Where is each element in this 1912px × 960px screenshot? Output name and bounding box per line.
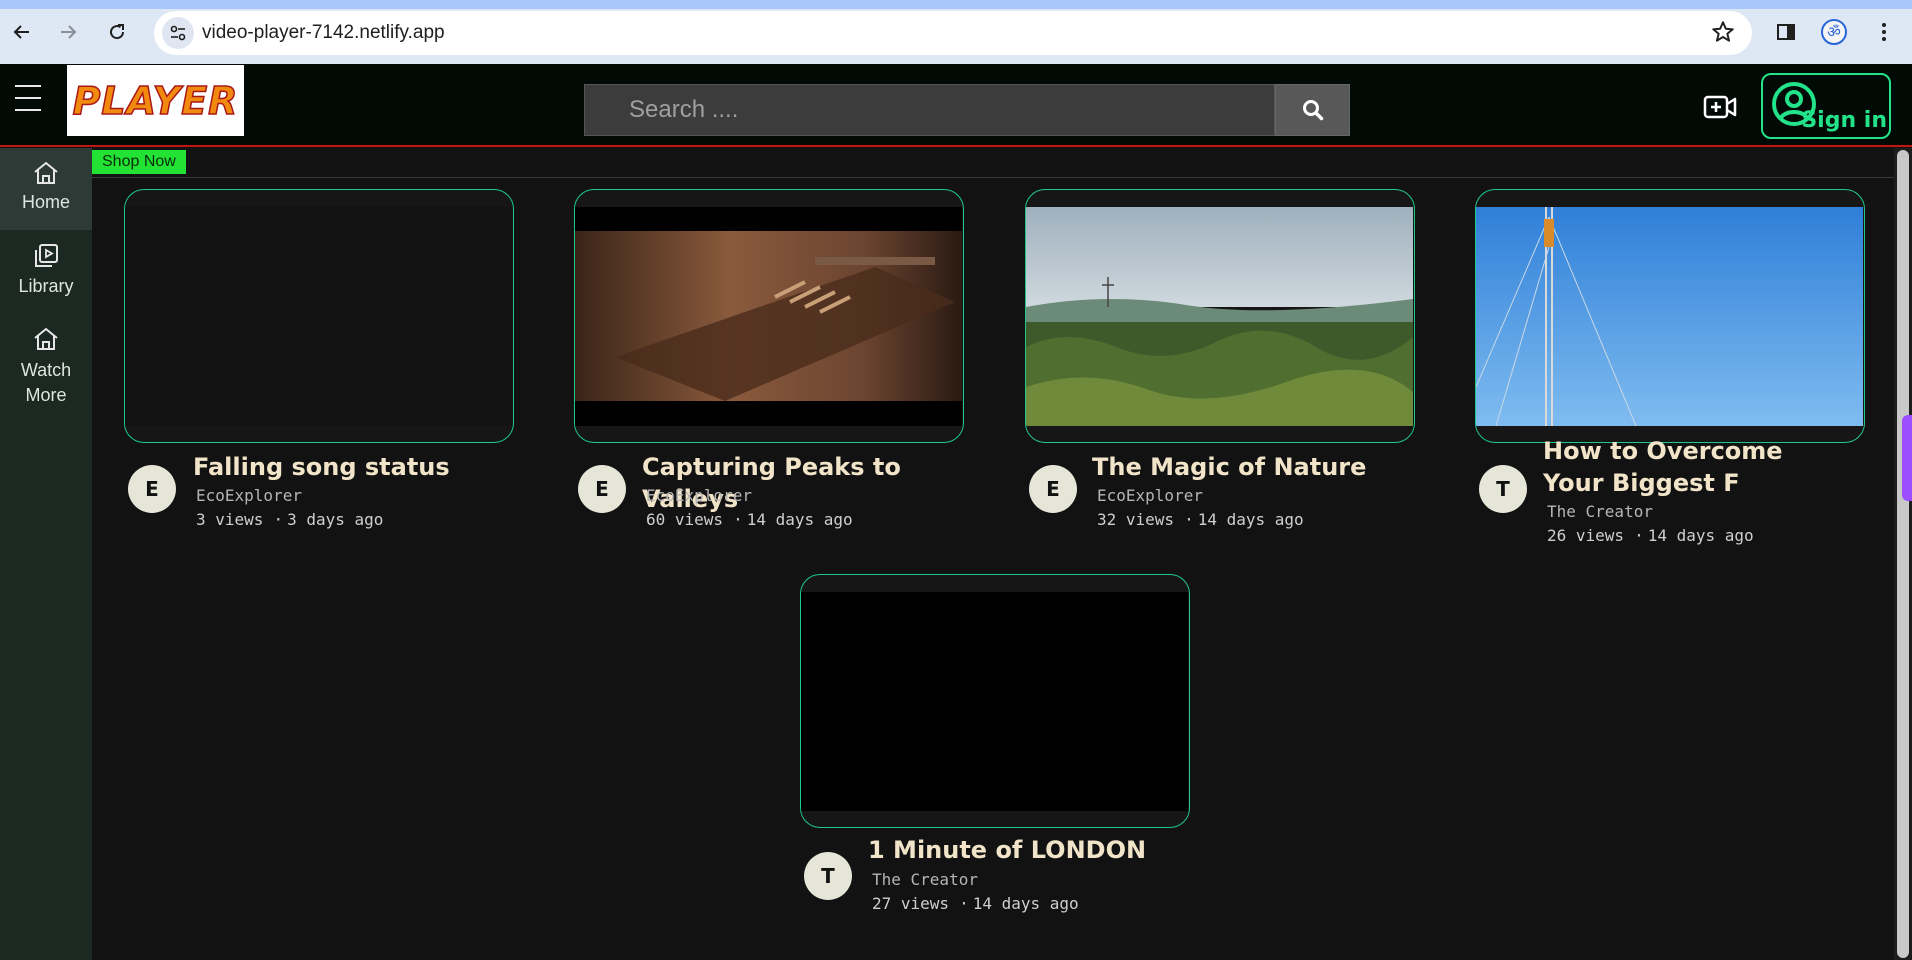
extension-button[interactable]: ॐ — [1818, 16, 1850, 48]
video-title[interactable]: 1 Minute of LONDON — [868, 834, 1146, 866]
sidebar-item-watch-more[interactable]: Watch More — [0, 326, 92, 416]
thumbnail-image — [125, 207, 512, 426]
search-icon — [1302, 100, 1323, 121]
video-meta: 60 views · 14 days ago — [646, 510, 853, 529]
channel-name[interactable]: EcoExplorer — [196, 486, 302, 505]
logo-text: PLAYER — [72, 78, 239, 124]
bookmark-button[interactable] — [1710, 19, 1736, 50]
reload-icon — [110, 24, 125, 40]
more-vert-icon — [1882, 23, 1886, 41]
side-panel-button[interactable] — [1770, 16, 1802, 48]
scrollbar-thumb[interactable] — [1897, 150, 1909, 958]
thumbnail-image — [801, 592, 1188, 811]
side-panel-icon — [1777, 24, 1795, 40]
video-meta: 32 views · 14 days ago — [1097, 510, 1304, 529]
menu-line — [15, 85, 41, 87]
home-icon — [34, 327, 58, 350]
upload-video-button[interactable] — [1703, 94, 1737, 120]
thumbnail-image — [1476, 207, 1863, 427]
sidebar-item-label: Library — [18, 276, 74, 296]
meta-separator: · — [733, 510, 743, 529]
video-title[interactable]: How to Overcome Your Biggest F — [1543, 435, 1843, 499]
meta-separator: · — [959, 894, 969, 913]
sign-in-button[interactable]: Sign in — [1761, 73, 1891, 139]
reload-button[interactable] — [101, 16, 133, 48]
menu-line — [15, 97, 41, 99]
meta-separator: · — [273, 510, 284, 529]
sidebar-item-home[interactable]: Home — [0, 148, 92, 230]
tab-strip — [0, 0, 1912, 9]
radio-thumbnail-image — [575, 231, 962, 401]
thumbnail-image — [575, 207, 962, 426]
logo[interactable]: PLAYER — [67, 65, 244, 136]
video-thumbnail[interactable] — [124, 189, 514, 443]
home-icon — [34, 161, 58, 184]
channel-avatar[interactable]: T — [1479, 465, 1527, 513]
upload-age: 14 days ago — [972, 894, 1079, 913]
view-count: 26 views — [1547, 526, 1625, 545]
channel-avatar[interactable]: T — [804, 852, 852, 900]
view-count: 60 views — [646, 510, 724, 529]
sign-in-label: Sign in — [1801, 108, 1887, 133]
view-count: 3 views — [196, 510, 264, 529]
video-thumbnail[interactable] — [1475, 189, 1865, 443]
upload-age: 14 days ago — [746, 510, 853, 529]
channel-name[interactable]: The Creator — [1547, 502, 1653, 521]
site-info-button[interactable] — [162, 17, 194, 49]
video-thumbnail[interactable] — [574, 189, 964, 443]
nature-thumbnail-image — [1026, 207, 1413, 426]
arrow-left-icon — [13, 25, 29, 39]
tower-thumbnail-image — [1476, 207, 1863, 427]
channel-name[interactable]: EcoExplorer — [646, 486, 752, 505]
video-plus-icon — [1703, 95, 1737, 119]
library-icon — [35, 244, 58, 267]
sidebar-item-label: Home — [21, 192, 70, 212]
menu-line — [15, 109, 41, 111]
video-title[interactable]: Falling song status — [193, 451, 450, 483]
browser-menu-button[interactable] — [1868, 16, 1900, 48]
star-icon — [1712, 21, 1734, 42]
video-meta: 3 views · 3 days ago — [196, 510, 383, 529]
channel-name[interactable]: EcoExplorer — [1097, 486, 1203, 505]
sidebar-item-library[interactable]: Library — [0, 242, 92, 314]
menu-button[interactable] — [15, 85, 41, 111]
sidebar-item-label: Watch More — [20, 360, 72, 405]
meta-separator: · — [1184, 510, 1194, 529]
video-title[interactable]: The Magic of Nature — [1092, 451, 1366, 483]
search-bar — [584, 84, 1350, 136]
browser-chrome: video-player-7142.netlify.app ॐ — [0, 0, 1912, 64]
url-text[interactable]: video-player-7142.netlify.app — [202, 22, 445, 44]
channel-avatar[interactable]: E — [578, 465, 626, 513]
search-button[interactable] — [1275, 84, 1350, 136]
meta-separator: · — [1634, 526, 1644, 545]
address-bar[interactable]: video-player-7142.netlify.app — [154, 11, 1752, 55]
upload-age: 14 days ago — [1647, 526, 1754, 545]
view-count: 27 views — [872, 894, 950, 913]
back-button[interactable] — [6, 16, 38, 48]
search-input[interactable] — [584, 84, 1275, 136]
view-count: 32 views — [1097, 510, 1175, 529]
channel-avatar[interactable]: E — [128, 465, 176, 513]
video-meta: 27 views · 14 days ago — [872, 894, 1079, 913]
tune-icon — [170, 25, 186, 41]
promo-bar: Shop Now — [92, 148, 1894, 178]
video-thumbnail[interactable] — [800, 574, 1190, 828]
video-thumbnail[interactable] — [1025, 189, 1415, 443]
shop-now-link[interactable]: Shop Now — [92, 150, 186, 174]
svg-text:ॐ: ॐ — [1827, 23, 1841, 41]
sidebar: Home Library Watch More — [0, 148, 92, 960]
app-header: PLAYER Sign in — [0, 64, 1912, 147]
video-title[interactable]: Capturing Peaks to Valleys — [642, 451, 964, 515]
upload-age: 14 days ago — [1197, 510, 1304, 529]
forward-button[interactable] — [52, 16, 84, 48]
arrow-right-icon — [61, 25, 77, 39]
upload-age: 3 days ago — [287, 510, 384, 529]
video-meta: 26 views · 14 days ago — [1547, 526, 1754, 545]
thumbnail-image — [1026, 207, 1413, 426]
om-extension-icon: ॐ — [1821, 19, 1847, 45]
side-extension-tab[interactable] — [1902, 415, 1912, 501]
channel-name[interactable]: The Creator — [872, 870, 978, 889]
channel-avatar[interactable]: E — [1029, 465, 1077, 513]
